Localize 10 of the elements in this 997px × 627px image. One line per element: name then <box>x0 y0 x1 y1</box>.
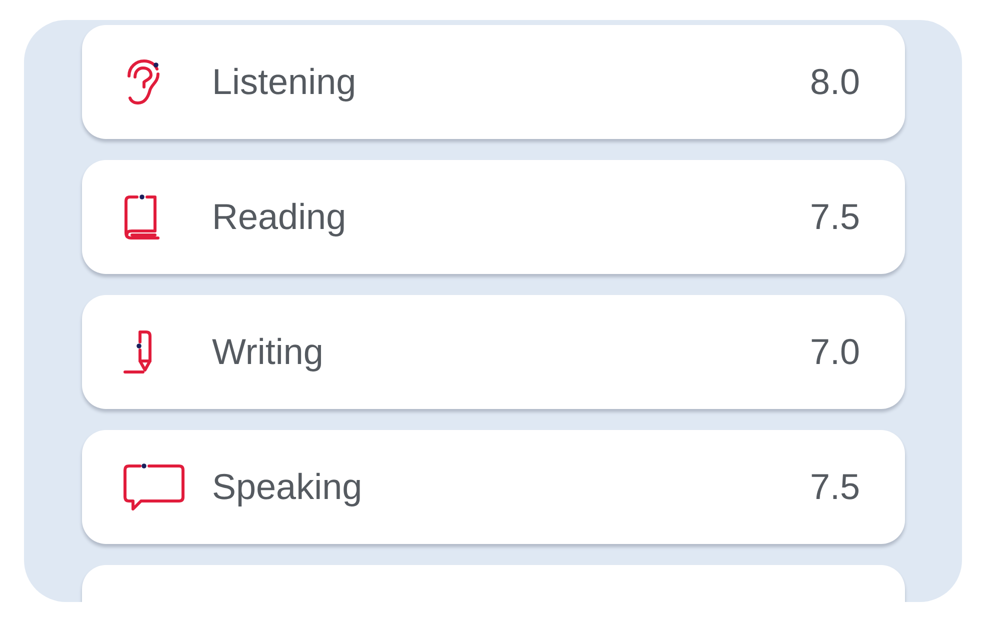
score-value: 7.5 <box>810 195 860 239</box>
score-value: 7.0 <box>810 330 860 374</box>
skill-label: Listening <box>212 60 358 104</box>
skill-label: Reading <box>212 195 348 239</box>
score-value: 7.5 <box>810 465 860 509</box>
speech-bubble-icon <box>122 462 186 512</box>
skill-label: Writing <box>212 330 324 374</box>
score-value: 8.0 <box>810 60 860 104</box>
skill-label: Speaking <box>212 465 364 509</box>
book-icon <box>122 193 162 241</box>
